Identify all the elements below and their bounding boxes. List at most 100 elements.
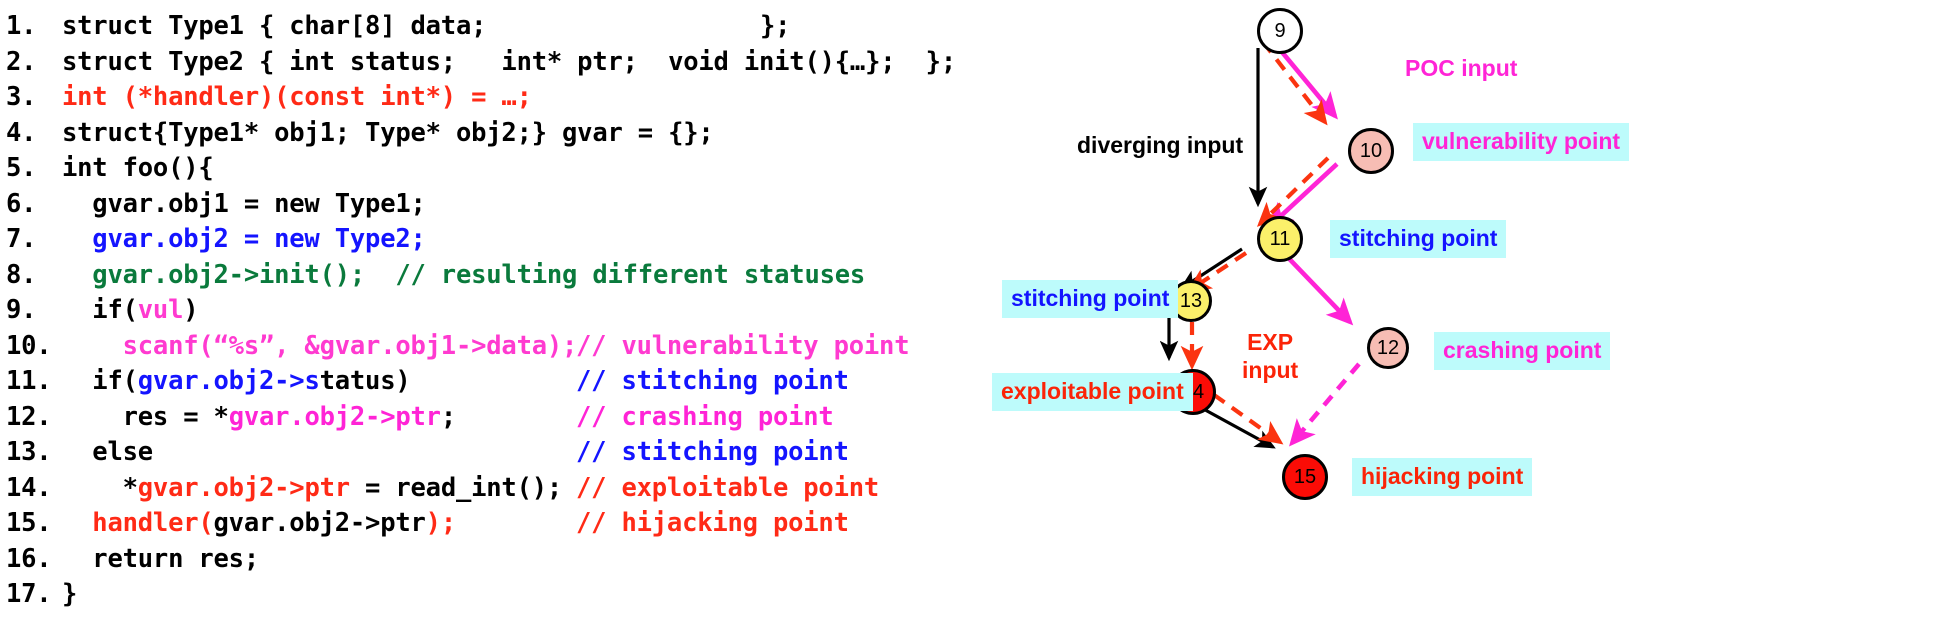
code-line: 14. *gvar.obj2->ptr = read_int(); // expl… [0, 470, 1160, 506]
code-line-number: 16. [6, 543, 52, 574]
graph-annotation-exp-input: EXP input [1242, 328, 1298, 384]
graph-node-10[interactable]: 10 [1348, 128, 1394, 174]
code-line-number: 13. [6, 437, 52, 467]
code-token: tatus) [319, 366, 411, 396]
exp-edge-9-10 [1261, 40, 1328, 126]
graph-label-vulnerability-point: vulnerability point [1413, 123, 1630, 161]
graph-edges [1160, 38, 1361, 449]
code-token: gvar.obj2 = new Type2; [62, 224, 426, 254]
code-comment: // crashing point [576, 401, 834, 432]
code-token: struct Type2 { int status; int* ptr; voi… [62, 46, 956, 77]
code-token: if( [62, 366, 138, 396]
code-comment: // hijacking point [576, 508, 849, 538]
code-token: gvar.obj1 = new Type1; [62, 188, 426, 219]
graph-node-15[interactable]: 15 [1282, 454, 1328, 500]
code-line: 5. int foo(){ [0, 150, 1160, 186]
code-token: scanf(“%s”, &gvar.obj1->data); [62, 330, 578, 361]
code-line: 6. gvar.obj1 = new Type1; [0, 186, 1160, 222]
graph-label-stitching-point-13: stitching point [1002, 280, 1179, 318]
code-line-number: 6. [6, 188, 37, 219]
code-line: 11. if(gvar.obj2->status) // stitching po… [0, 363, 1160, 399]
code-line-source: if(gvar.obj2->status) [62, 363, 411, 399]
code-line: 7. gvar.obj2 = new Type2; [0, 221, 1160, 257]
code-line-number: 14. [6, 472, 52, 503]
code-line-number: 15. [6, 508, 52, 538]
code-line: 9. if(vul) [0, 292, 1160, 328]
code-line: 17.} [0, 576, 1160, 612]
code-line-source: struct{Type1* obj1; Type* obj2;} gvar = … [62, 115, 714, 151]
code-token: ); [425, 508, 457, 538]
code-line-number: 17. [6, 579, 52, 609]
code-line: 16. return res; [0, 541, 1160, 577]
code-line: 13. else // stitching point [0, 434, 1160, 470]
graph-node-12[interactable]: 12 [1367, 327, 1409, 369]
graph-node-9[interactable]: 9 [1257, 8, 1303, 54]
code-line-source: scanf(“%s”, &gvar.obj1->data); [62, 328, 578, 364]
code-token: * [62, 472, 138, 503]
graph-label-crashing-point: crashing point [1434, 332, 1611, 370]
code-token: else [62, 437, 153, 467]
code-token: if( [62, 295, 138, 325]
code-line-number: 2. [6, 46, 37, 77]
code-token: int foo(){ [62, 153, 214, 183]
code-line-number: 1. [6, 11, 37, 41]
crash-edge-12-15 [1289, 362, 1361, 447]
code-line-number: 5. [6, 153, 37, 183]
graph-label-stitching-point-11: stitching point [1330, 220, 1507, 258]
graph-node-label: 9 [1274, 19, 1286, 42]
code-line-number: 8. [6, 259, 37, 290]
code-token: return res; [62, 543, 259, 574]
annotation-line: input [1242, 357, 1299, 383]
code-token: struct{Type1* obj1; Type* obj2;} gvar = … [62, 117, 714, 148]
code-line-number: 3. [6, 82, 37, 112]
code-line-source: } [62, 576, 77, 612]
code-line-source: gvar.obj1 = new Type1; [62, 186, 426, 222]
code-line: 15. handler(gvar.obj2->ptr); // hijacking… [0, 505, 1160, 541]
code-line-source: gvar.obj2->init(); // resulting differen… [62, 257, 865, 293]
graph-node-label: 10 [1359, 139, 1383, 162]
graph-node-label: 11 [1269, 227, 1291, 250]
code-line: 4. struct{Type1* obj1; Type* obj2;} gvar … [0, 115, 1160, 151]
code-line-source: int (*handler)(const int*) = …; [62, 79, 532, 115]
code-line-source: struct Type1 { char[8] data; [62, 8, 486, 44]
code-line-source: *gvar.obj2->ptr = read_int(); [62, 470, 563, 506]
code-comment: // exploitable point [576, 472, 880, 503]
figure-root: 1. struct Type1 { char[8] data;}; 2. struct… [0, 0, 1946, 629]
code-line-number: 11. [6, 366, 52, 396]
code-line-source: if(vul) [62, 292, 198, 328]
graph-node-label: 12 [1376, 336, 1400, 359]
code-line: 10. scanf(“%s”, &gvar.obj1->data);// vul… [0, 328, 1160, 364]
code-line-source: return res; [62, 541, 259, 577]
code-token: gvar.obj2->ptr [228, 401, 441, 432]
code-line-number: 10. [6, 330, 52, 361]
code-token: gvar.obj2->ptr [137, 472, 350, 503]
code-line: 1. struct Type1 { char[8] data;}; [0, 8, 1160, 44]
graph-node-label: 15 [1293, 465, 1317, 488]
code-token: gvar.obj2->ptr [213, 508, 426, 538]
code-token: vul [137, 295, 184, 325]
code-token: } [62, 579, 78, 609]
code-token: ) [183, 295, 199, 325]
graph-label-hijacking-point: hijacking point [1352, 458, 1533, 496]
code-token: handler( [62, 508, 214, 538]
code-line: 12. res = *gvar.obj2->ptr; // crashing po… [0, 399, 1160, 435]
code-line-number: 12. [6, 401, 52, 432]
graph-annotation-diverging-input: diverging input [1077, 132, 1244, 158]
code-token: gvar.obj2->init(); // resulting differen… [62, 259, 866, 290]
code-token: struct Type1 { char[8] data; [62, 11, 487, 41]
graph-node-11[interactable]: 11 [1257, 216, 1303, 262]
annotation-line: EXP [1247, 329, 1294, 355]
code-line-number: 4. [6, 117, 37, 148]
code-comment: // vulnerability point [576, 330, 910, 361]
code-token: res = * [62, 401, 229, 432]
code-line: 3. int (*handler)(const int*) = …; [0, 79, 1160, 115]
code-line-number: 9. [6, 295, 37, 325]
code-token: int (*handler)(const int*) = …; [62, 82, 532, 112]
graph-annotation-poc-input: POC input [1405, 55, 1518, 81]
code-line-tail: }; [760, 11, 791, 41]
code-listing: 1. struct Type1 { char[8] data;}; 2. struct… [0, 0, 1160, 629]
code-line: 2. struct Type2 { int status; int* ptr; v… [0, 44, 1160, 80]
code-line-number: 7. [6, 224, 37, 254]
exp-edge-10-11 [1256, 156, 1330, 227]
graph-node-label: 13 [1179, 289, 1203, 312]
